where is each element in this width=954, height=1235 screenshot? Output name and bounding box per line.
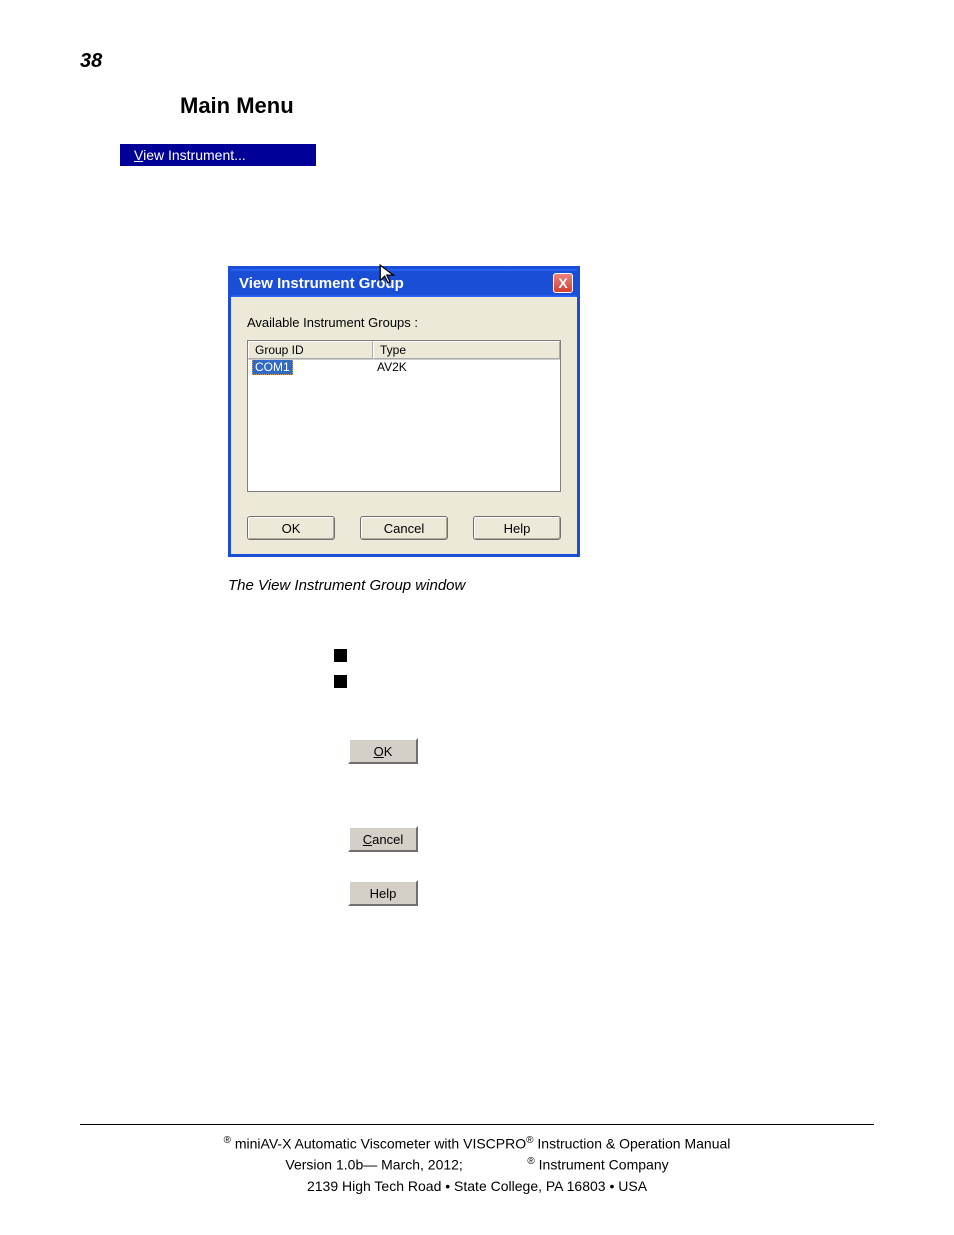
footer-line-1: ® miniAV-X Automatic Viscometer with VIS… xyxy=(80,1133,874,1155)
footer-line-3: 2139 High Tech Road • State College, PA … xyxy=(80,1176,874,1197)
section-heading: Main Menu xyxy=(180,93,874,119)
column-header-type[interactable]: Type xyxy=(373,341,560,359)
btn-rest: ancel xyxy=(372,832,403,847)
btn-accel: C xyxy=(363,832,372,847)
listbox-header-row: Group ID Type xyxy=(248,341,560,360)
btn-accel: O xyxy=(374,744,384,759)
registered-icon: ® xyxy=(527,1156,534,1167)
footer-line-2: Version 1.0b— March, 2012; CANNON® Instr… xyxy=(80,1154,874,1176)
footer-rule xyxy=(80,1124,874,1125)
registered-icon: ® xyxy=(224,1135,231,1146)
dialog-title: View Instrument Group xyxy=(239,275,404,292)
list-item[interactable]: COM1 AV2K xyxy=(248,360,560,374)
square-bullet-icon xyxy=(334,675,347,688)
figure-caption: The View Instrument Group window xyxy=(228,577,874,594)
listbox-rows: COM1 AV2K xyxy=(248,360,560,491)
menu-item-view-instrument[interactable]: View Instrument... xyxy=(120,144,316,166)
page-footer: ® miniAV-X Automatic Viscometer with VIS… xyxy=(80,1124,874,1197)
registered-icon: ® xyxy=(526,1135,533,1146)
view-instrument-group-dialog: View Instrument Group X Available Instru… xyxy=(228,266,580,557)
menu-item-accel: V xyxy=(134,147,143,163)
page-number: 38 xyxy=(80,50,874,73)
square-bullet-icon xyxy=(334,649,347,662)
btn-rest: K xyxy=(384,744,393,759)
dialog-titlebar: View Instrument Group X xyxy=(231,269,577,297)
bullet-list xyxy=(334,649,874,688)
instrument-groups-listbox[interactable]: Group ID Type COM1 AV2K xyxy=(247,340,561,492)
cancel-button-example[interactable]: Cancel xyxy=(348,826,418,852)
cell-type: AV2K xyxy=(373,360,560,374)
ok-button-example[interactable]: OK xyxy=(348,738,418,764)
help-button-example[interactable]: Help xyxy=(348,880,418,906)
help-button[interactable]: Help xyxy=(473,516,561,540)
cancel-button[interactable]: Cancel xyxy=(360,516,448,540)
dialog-body: Available Instrument Groups : Group ID T… xyxy=(231,297,577,554)
column-header-group-id[interactable]: Group ID xyxy=(248,341,373,359)
menu-item-rest: iew Instrument... xyxy=(143,147,246,163)
available-groups-label: Available Instrument Groups : xyxy=(247,315,561,330)
ok-button[interactable]: OK xyxy=(247,516,335,540)
cell-group-id: COM1 xyxy=(248,360,373,374)
close-icon[interactable]: X xyxy=(553,273,573,293)
dialog-button-row: OK Cancel Help xyxy=(247,516,561,540)
inline-button-examples: OK Cancel Help xyxy=(80,738,874,906)
